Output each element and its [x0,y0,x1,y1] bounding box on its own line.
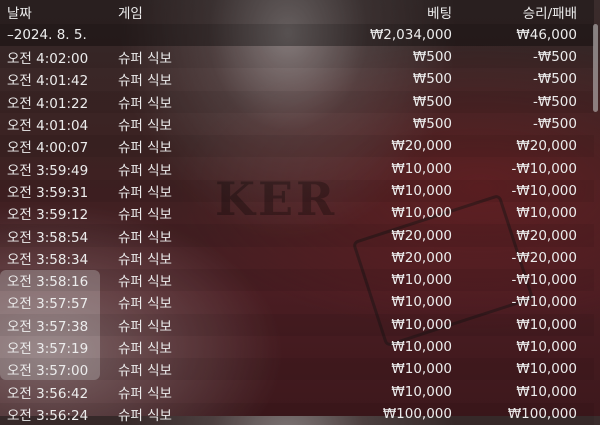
row-time: 오전 3:57:19 [7,341,89,357]
row-bet: ₩10,000 [391,361,452,378]
row-time: 오전 4:01:42 [7,73,89,90]
row-result: ₩10,000 [516,339,577,355]
table-row[interactable]: 오전 3:58:16 슈퍼 식보 ₩10,000 -₩10,000 [0,268,594,292]
row-time: 오전 3:57:00 [7,363,89,380]
row-result: ₩100,000 [507,405,577,422]
table-row[interactable]: 오전 3:57:38 슈퍼 식보 ₩10,000 ₩10,000 [0,313,594,336]
row-result: -₩10,000 [511,160,577,177]
column-header-bet[interactable]: 베팅 [268,2,452,22]
column-header-game[interactable]: 게임 [118,2,268,22]
table-row[interactable]: 오전 3:58:54 슈퍼 식보 ₩20,000 ₩20,000 [0,224,594,247]
row-game: 슈퍼 식보 [118,251,172,268]
table-row[interactable]: 오전 3:56:42 슈퍼 식보 ₩10,000 ₩10,000 [0,380,594,402]
row-time: 오전 3:57:38 [7,318,89,335]
row-result: -₩500 [533,49,577,66]
row-result: -₩10,000 [511,272,577,289]
row-result: ₩20,000 [516,138,577,155]
table-row[interactable]: 오전 3:59:31 슈퍼 식보 ₩10,000 -₩10,000 [0,179,594,203]
row-game: 슈퍼 식보 [118,184,172,201]
row-game: 슈퍼 식보 [118,140,172,157]
scrollbar[interactable] [593,24,598,112]
table-row[interactable]: 오전 3:57:19 슈퍼 식보 ₩10,000 ₩10,000 [0,336,594,358]
row-result: -₩20,000 [511,249,577,266]
row-game: 슈퍼 식보 [118,162,172,179]
group-date: –2024. 8. 5. [7,27,87,43]
row-bet: ₩10,000 [391,160,452,177]
row-bet: ₩20,000 [391,138,452,155]
row-time: 오전 4:00:07 [7,140,89,157]
row-time: 오전 3:58:34 [7,251,89,268]
row-bet: ₩10,000 [391,182,452,199]
row-game: 슈퍼 식보 [118,318,172,335]
row-result: ₩10,000 [516,383,577,400]
row-bet: ₩10,000 [391,272,452,289]
row-time: 오전 3:56:24 [7,407,89,424]
row-time: 오전 4:01:22 [7,95,89,112]
row-time: 오전 3:57:57 [7,296,89,313]
row-bet: ₩500 [412,116,452,133]
row-result: -₩500 [533,71,577,88]
row-bet: ₩20,000 [391,227,452,244]
table-row[interactable]: 오전 4:01:22 슈퍼 식보 ₩500 -₩500 [0,90,594,113]
table-header: 날짜 게임 베팅 승리/패배 [0,0,594,24]
table-row[interactable]: 오전 3:57:57 슈퍼 식보 ₩10,000 -₩10,000 [0,291,594,313]
row-game: 슈퍼 식보 [118,274,172,291]
row-bet: ₩10,000 [391,316,452,333]
group-bet-total: ₩2,034,000 [369,27,452,43]
row-result: ₩10,000 [516,205,577,222]
table-row[interactable]: 오전 4:02:00 슈퍼 식보 ₩500 -₩500 [0,46,594,69]
row-time: 오전 3:56:42 [7,385,89,402]
row-result: -₩10,000 [511,294,577,311]
row-time: 오전 3:59:31 [7,184,89,201]
row-game: 슈퍼 식보 [118,95,172,112]
row-time: 오전 3:58:16 [7,274,89,291]
row-bet: ₩10,000 [391,339,452,355]
column-header-date[interactable]: 날짜 [0,2,118,22]
row-result: ₩20,000 [516,227,577,244]
table-row[interactable]: 오전 3:59:49 슈퍼 식보 ₩10,000 -₩10,000 [0,157,594,179]
table-row[interactable]: 오전 3:58:34 슈퍼 식보 ₩20,000 -₩20,000 [0,247,594,269]
table-row[interactable]: 오전 4:01:04 슈퍼 식보 ₩500 -₩500 [0,113,594,135]
table-row[interactable]: 오전 4:01:42 슈퍼 식보 ₩500 -₩500 [0,68,594,90]
table-body: 오전 4:02:00 슈퍼 식보 ₩500 -₩500 오전 4:01:42 슈퍼 식보 ₩… [0,46,594,425]
row-bet: ₩10,000 [391,383,452,400]
table-row[interactable]: 오전 3:59:12 슈퍼 식보 ₩10,000 ₩10,000 [0,202,594,224]
row-game: 슈퍼 식보 [118,51,172,68]
row-bet: ₩500 [412,71,452,88]
row-result: ₩10,000 [516,361,577,378]
group-result-total: ₩46,000 [516,27,577,43]
row-bet: ₩10,000 [391,294,452,311]
date-group-row[interactable]: –2024. 8. 5. ₩2,034,000 ₩46,000 [0,24,594,46]
row-time: 오전 4:02:00 [7,51,89,68]
row-time: 오전 4:01:04 [7,118,89,135]
row-game: 슈퍼 식보 [118,341,172,357]
row-bet: ₩10,000 [391,205,452,222]
row-bet: ₩500 [412,93,452,110]
row-result: -₩500 [533,93,577,110]
row-game: 슈퍼 식보 [118,229,172,246]
bet-history-table: 날짜 게임 베팅 승리/패배 –2024. 8. 5. ₩2,034,000 ₩… [0,0,594,425]
row-game: 슈퍼 식보 [118,296,172,313]
row-game: 슈퍼 식보 [118,207,172,224]
table-row[interactable]: 오전 3:57:00 슈퍼 식보 ₩10,000 ₩10,000 [0,358,594,381]
table-row[interactable]: 오전 3:56:24 슈퍼 식보 ₩100,000 ₩100,000 [0,402,594,425]
column-header-result[interactable]: 승리/패배 [452,2,582,22]
row-result: ₩10,000 [516,316,577,333]
row-bet: ₩100,000 [382,405,452,422]
row-bet: ₩500 [412,49,452,66]
row-result: -₩10,000 [511,182,577,199]
row-game: 슈퍼 식보 [118,407,172,424]
row-game: 슈퍼 식보 [118,385,172,402]
row-time: 오전 3:59:49 [7,162,89,179]
row-time: 오전 3:59:12 [7,207,89,224]
row-bet: ₩20,000 [391,249,452,266]
row-result: -₩500 [533,116,577,133]
table-row[interactable]: 오전 4:00:07 슈퍼 식보 ₩20,000 ₩20,000 [0,135,594,158]
row-time: 오전 3:58:54 [7,229,89,246]
row-game: 슈퍼 식보 [118,73,172,90]
row-game: 슈퍼 식보 [118,118,172,135]
row-game: 슈퍼 식보 [118,363,172,380]
